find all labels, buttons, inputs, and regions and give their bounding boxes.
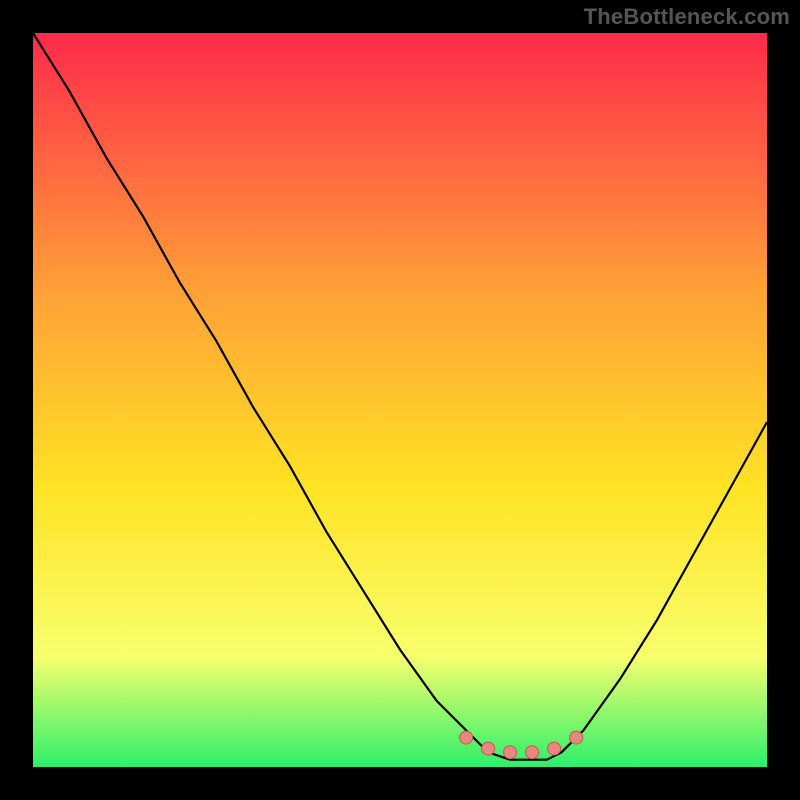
marker-dot xyxy=(570,731,583,744)
marker-dot xyxy=(526,746,539,759)
chart-frame: TheBottleneck.com xyxy=(0,0,800,800)
watermark-text: TheBottleneck.com xyxy=(584,4,790,30)
marker-dot xyxy=(504,746,517,759)
chart-svg xyxy=(33,33,767,767)
marker-dot xyxy=(548,742,561,755)
marker-dot xyxy=(482,742,495,755)
gradient-background xyxy=(33,33,767,767)
marker-dot xyxy=(460,731,473,744)
plot-area xyxy=(33,33,767,767)
